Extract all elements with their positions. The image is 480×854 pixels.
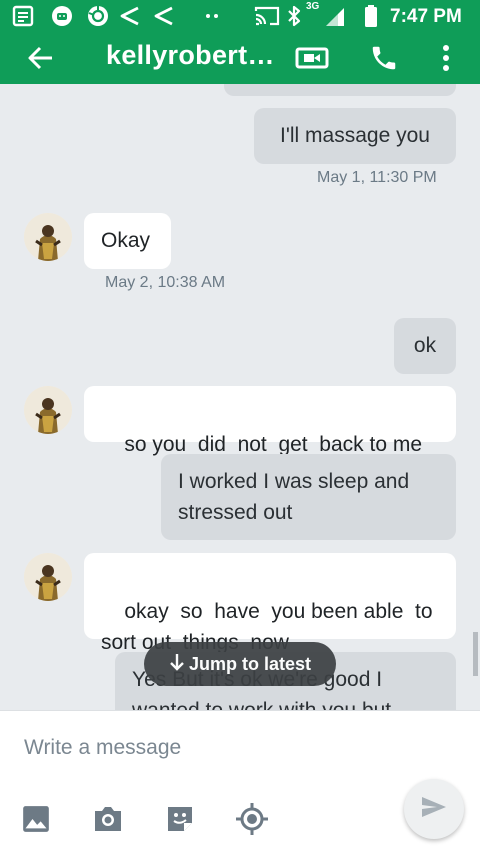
sticker-icon[interactable]: [162, 801, 198, 837]
message-timestamp: May 1, 11:30 PM: [317, 169, 437, 186]
message-text: I'll massage you: [280, 124, 430, 147]
camera-icon[interactable]: [90, 801, 126, 837]
notification-icon: [12, 4, 36, 28]
arrow-down-icon: [169, 653, 185, 676]
signal-icon: 3G: [306, 1, 348, 28]
more-options-icon[interactable]: [426, 38, 466, 78]
message-text: so you did not get back to me: [124, 433, 423, 456]
received-bubble[interactable]: so you did not get back to me: [84, 386, 456, 456]
received-bubble[interactable]: okay so have you been able to sort out t…: [84, 553, 456, 654]
sent-bubble[interactable]: I worked I was sleep and stressed out: [161, 454, 456, 540]
status-time: 7:47 PM: [390, 6, 462, 27]
received-bubble[interactable]: Okay: [84, 213, 171, 269]
share-icon: [118, 4, 142, 28]
battery-icon: [364, 4, 378, 28]
more-notifications-icon: [204, 4, 220, 28]
message-text: ok: [413, 334, 437, 357]
composer: [0, 710, 480, 854]
message-timestamp: May 2, 10:38 AM: [105, 274, 226, 291]
scrollbar-thumb[interactable]: [473, 632, 478, 676]
contact-avatar[interactable]: [24, 553, 72, 601]
sent-bubble[interactable]: ok: [394, 318, 456, 374]
share-icon-2: [152, 4, 176, 28]
message-input[interactable]: [24, 731, 384, 765]
top-bar: 3G 7:47 PM kellyrobert…: [0, 0, 480, 84]
message-text: Okay: [101, 229, 151, 252]
location-icon[interactable]: [234, 801, 270, 837]
cast-icon: [254, 4, 280, 28]
network-label: 3G: [306, 1, 320, 12]
conversation-title[interactable]: kellyrobert…: [106, 40, 286, 71]
image-attach-icon[interactable]: [18, 801, 54, 837]
camera-app-icon: [86, 4, 110, 28]
message-text: I worked I was sleep and stressed out: [178, 470, 410, 524]
status-bar: 3G 7:47 PM: [0, 0, 480, 32]
send-button[interactable]: [404, 779, 464, 839]
previous-sent-bubble: [224, 84, 456, 96]
contact-avatar[interactable]: [24, 213, 72, 261]
contact-avatar[interactable]: [24, 386, 72, 434]
jump-to-latest-button[interactable]: Jump to latest: [144, 642, 336, 686]
bluetooth-icon: [286, 4, 302, 28]
back-arrow-icon[interactable]: [20, 38, 60, 78]
message-list[interactable]: I'll massage you May 1, 11:30 PM Okay Ma…: [0, 84, 480, 710]
android-app-icon: [50, 4, 74, 28]
app-bar: kellyrobert…: [0, 32, 480, 84]
video-call-icon[interactable]: [292, 38, 332, 78]
sent-bubble[interactable]: I'll massage you: [254, 108, 456, 164]
send-icon: [421, 796, 447, 823]
phone-call-icon[interactable]: [364, 38, 404, 78]
jump-to-latest-label: Jump to latest: [188, 653, 312, 674]
